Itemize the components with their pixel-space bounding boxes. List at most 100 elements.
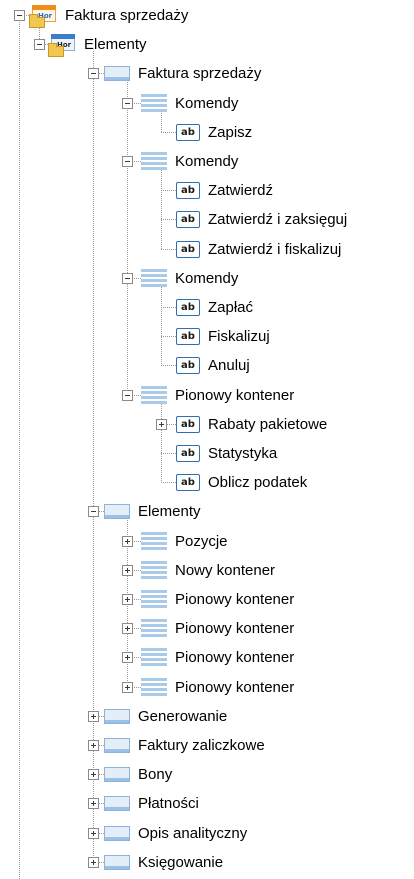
expand-toggle[interactable]	[122, 681, 133, 693]
commands-icon	[141, 648, 167, 668]
expand-toggle[interactable]	[88, 740, 99, 751]
expand-toggle[interactable]	[88, 769, 99, 781]
container-icon	[104, 825, 130, 841]
tree-guide-line	[161, 131, 176, 133]
textbox-icon: ab	[176, 328, 200, 346]
tree-node-label: Rabaty pakietowe	[208, 415, 328, 433]
tree-node-label: Oblicz podatek	[208, 474, 308, 492]
tree-node-label: Pionowy kontener	[175, 620, 295, 638]
expand-toggle[interactable]	[122, 535, 133, 547]
form-icon: Hor	[29, 4, 57, 28]
tree-node[interactable]: ab Zatwierdź i fiskalizuj	[0, 235, 414, 264]
tree-node-label: Księgowanie	[138, 853, 224, 871]
tree-node-label: Elementy	[138, 503, 201, 521]
commands-icon	[141, 93, 167, 114]
tree-node-label: Pionowy kontener	[175, 649, 295, 667]
tree-node-label: Zatwierdź i zaksięguj	[208, 211, 348, 229]
commands-icon	[141, 619, 167, 639]
form-structure-tree[interactable]: Hor Faktura sprzedaży Hor Elementy Faktura s…	[0, 0, 414, 879]
tree-node[interactable]: Bony	[0, 760, 414, 789]
expand-toggle[interactable]	[88, 827, 99, 839]
tree-node-label: Komendy	[175, 153, 239, 170]
tree-node[interactable]: Nowy kontener	[0, 556, 414, 585]
tree-node[interactable]: Komendy	[0, 89, 414, 118]
tree-node[interactable]: Pionowy kontener	[0, 381, 414, 410]
textbox-icon: ab	[176, 211, 200, 229]
tree-node-label: Pionowy kontener	[175, 386, 295, 404]
tree-node[interactable]: Pionowy kontener	[0, 585, 414, 614]
commands-icon	[141, 677, 167, 698]
tree-node-label: Pionowy kontener	[175, 678, 295, 696]
expand-toggle[interactable]	[122, 623, 133, 635]
expand-toggle[interactable]	[156, 418, 167, 430]
expand-toggle[interactable]	[88, 710, 99, 722]
tree-guide-line	[161, 307, 176, 308]
expand-toggle[interactable]	[88, 798, 99, 810]
collapse-toggle[interactable]	[14, 10, 25, 21]
collapse-toggle[interactable]	[122, 156, 133, 167]
tree-node[interactable]: ab Rabaty pakietowe	[0, 410, 414, 439]
collapse-toggle[interactable]	[122, 389, 133, 401]
tree-node[interactable]: ab Anuluj	[0, 351, 414, 380]
tree-node[interactable]: ab Oblicz podatek	[0, 468, 414, 497]
commands-icon	[141, 268, 167, 289]
textbox-icon: ab	[176, 123, 200, 141]
tree-node-label: Zatwierdź i fiskalizuj	[208, 240, 342, 258]
tree-node[interactable]: ab Statystyka	[0, 439, 414, 468]
tree-node[interactable]: ab Zatwierdź i zaksięguj	[0, 205, 414, 234]
tree-node[interactable]: Hor Elementy	[0, 30, 414, 59]
tree-node[interactable]: ab Zapisz	[0, 118, 414, 147]
textbox-icon: ab	[176, 474, 200, 492]
tree-node-label: Faktura sprzedaży	[138, 65, 262, 83]
tree-node[interactable]: Generowanie	[0, 702, 414, 731]
collapse-toggle[interactable]	[88, 68, 99, 80]
tree-node[interactable]: ab Fiskalizuj	[0, 322, 414, 351]
tree-node[interactable]: ab Zatwierdź	[0, 176, 414, 205]
tree-node[interactable]: Płatności	[0, 789, 414, 818]
tree-node-label: Elementy	[84, 36, 147, 54]
tree-node[interactable]: Opis analityczny	[0, 819, 414, 848]
commands-icon	[141, 590, 167, 610]
tree-node[interactable]: Pozycje	[0, 527, 414, 556]
tree-node[interactable]: Pionowy kontener	[0, 673, 414, 702]
container-icon	[104, 767, 130, 783]
container-icon	[104, 504, 130, 520]
tree-guide-line	[161, 190, 176, 192]
expand-toggle[interactable]	[88, 856, 99, 868]
collapse-toggle[interactable]	[122, 272, 133, 284]
tree-node[interactable]: Elementy	[0, 497, 414, 526]
tree-node[interactable]: Komendy	[0, 264, 414, 293]
expand-toggle[interactable]	[122, 652, 133, 664]
textbox-icon: ab	[176, 445, 200, 462]
tree-node-label: Komendy	[175, 269, 239, 287]
textbox-icon: ab	[176, 357, 200, 375]
tree-node-label: Zapisz	[208, 123, 253, 141]
expand-toggle[interactable]	[122, 564, 133, 576]
tree-guide-line	[161, 248, 176, 250]
collapse-toggle[interactable]	[122, 97, 133, 109]
textbox-icon: ab	[176, 415, 200, 433]
commands-icon	[141, 560, 167, 581]
container-icon	[104, 854, 130, 870]
collapse-toggle[interactable]	[88, 506, 99, 518]
expand-toggle[interactable]	[122, 594, 133, 605]
tree-node-label: Bony	[138, 766, 173, 784]
tree-guide-line	[161, 219, 176, 221]
commands-icon	[141, 385, 167, 406]
tree-node-label: Generowanie	[138, 707, 228, 725]
tree-node[interactable]: Faktury zaliczkowe	[0, 731, 414, 760]
tree-node[interactable]: Hor Faktura sprzedaży	[0, 1, 414, 30]
tree-node[interactable]: Faktura sprzedaży	[0, 59, 414, 88]
tree-node-label: Pozycje	[175, 532, 228, 550]
tree-node[interactable]: Komendy	[0, 147, 414, 176]
tree-node[interactable]: Pionowy kontener	[0, 614, 414, 643]
tree-node[interactable]: ab Zapłać	[0, 293, 414, 322]
tree-guide-line	[161, 336, 176, 338]
container-icon	[104, 738, 130, 753]
tree-node-label: Faktura sprzedaży	[65, 7, 189, 24]
collapse-toggle[interactable]	[34, 39, 45, 51]
tree-node[interactable]: Pionowy kontener	[0, 643, 414, 672]
tree-node[interactable]: Księgowanie	[0, 848, 414, 877]
tree-node-label: Anuluj	[208, 357, 250, 375]
textbox-icon: ab	[176, 240, 200, 258]
